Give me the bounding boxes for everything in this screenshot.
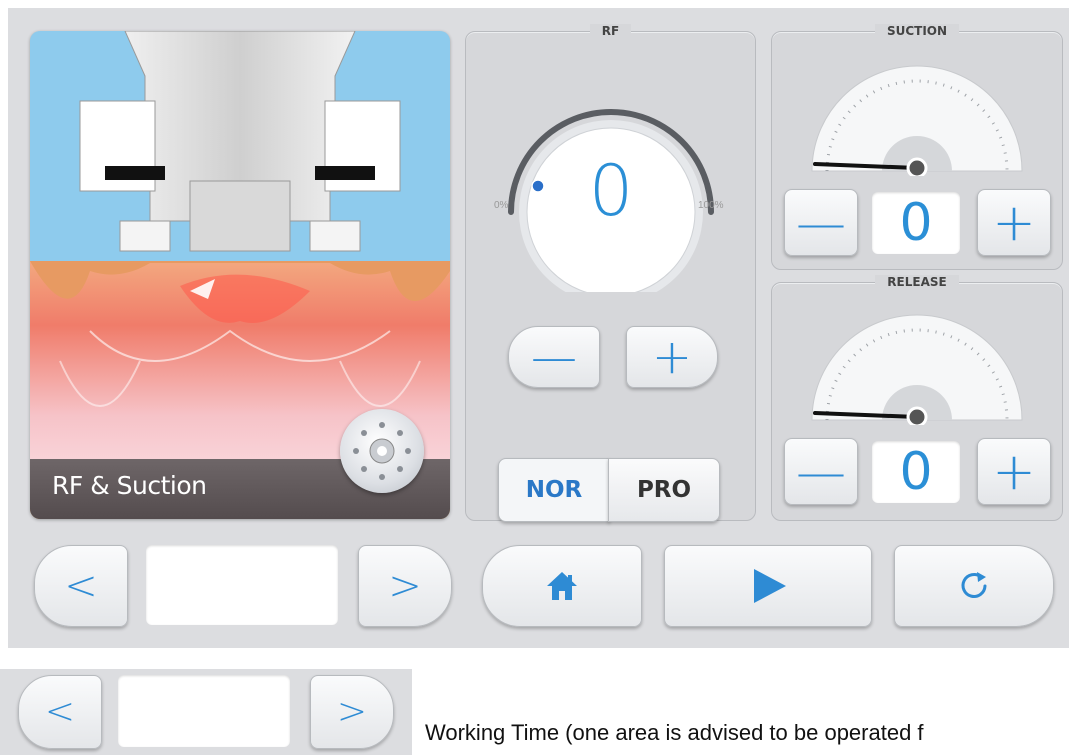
release-gauge [811, 314, 1023, 425]
prev-button[interactable]: < [34, 545, 128, 627]
plus-icon: + [992, 441, 1036, 502]
mode-caption: RF & Suction [52, 471, 207, 500]
working-time-display [146, 545, 338, 625]
chevron-right-icon: > [336, 691, 368, 732]
chevron-left-icon: < [64, 563, 98, 609]
suction-increase-button[interactable]: + [977, 189, 1051, 256]
snippet-next-button[interactable]: > [310, 675, 394, 749]
rf-max-label: 100% [698, 200, 724, 211]
handpiece-head-icon [340, 409, 424, 493]
next-button[interactable]: > [358, 545, 452, 627]
minus-icon: — [796, 442, 846, 501]
release-decrease-button[interactable]: — [784, 438, 858, 505]
nor-mode-button[interactable]: NOR [498, 458, 610, 522]
minus-icon: — [531, 330, 577, 384]
rf-group: RF 0% 100% 0 — + NOR PRO [465, 24, 756, 522]
release-value: 0 [872, 441, 960, 503]
refresh-icon [961, 572, 987, 598]
home-button[interactable] [482, 545, 642, 627]
snippet-prev-button[interactable]: < [18, 675, 102, 749]
suction-group: SUCTION — 0 + [771, 24, 1063, 270]
suction-gauge [811, 65, 1023, 176]
home-icon [547, 572, 577, 600]
rf-value: 0 [588, 150, 634, 232]
plus-icon: + [992, 192, 1036, 253]
rf-title: RF [589, 24, 632, 38]
working-time-description: Working Time (one area is advised to be … [425, 720, 924, 745]
pro-mode-button[interactable]: PRO [608, 458, 720, 522]
play-icon [754, 569, 786, 603]
time-selector-snippet: < > [0, 669, 412, 755]
release-group: RELEASE — 0 + [771, 275, 1063, 521]
plus-icon: + [651, 329, 693, 385]
start-button[interactable] [664, 545, 872, 627]
suction-value: 0 [872, 192, 960, 254]
treatment-illustration: RF & Suction [30, 31, 450, 519]
release-increase-button[interactable]: + [977, 438, 1051, 505]
chevron-left-icon: < [44, 691, 76, 732]
suction-title: SUCTION [874, 24, 960, 38]
rf-min-label: 0% [494, 200, 509, 211]
rf-decrease-button[interactable]: — [508, 326, 600, 388]
control-panel: RF & Suction RF 0% 100% 0 — + NOR PRO SU… [8, 8, 1069, 648]
reset-button[interactable] [894, 545, 1054, 627]
release-title: RELEASE [875, 275, 959, 289]
rf-increase-button[interactable]: + [626, 326, 718, 388]
minus-icon: — [796, 193, 846, 252]
snippet-time-display [118, 675, 290, 747]
chevron-right-icon: > [388, 563, 422, 609]
suction-decrease-button[interactable]: — [784, 189, 858, 256]
